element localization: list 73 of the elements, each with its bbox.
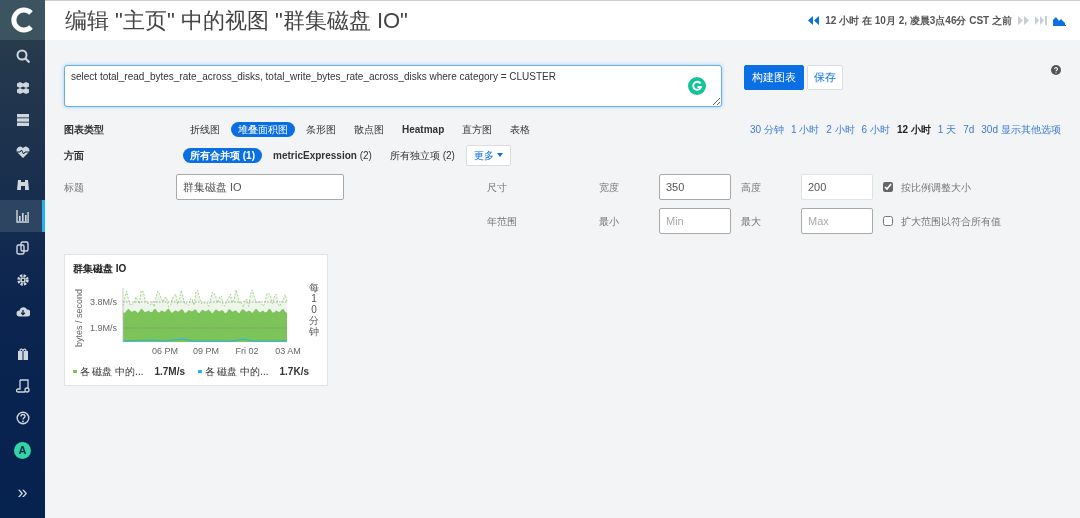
cloud-download-icon	[15, 305, 30, 319]
facets-label: 方面	[64, 148, 85, 163]
area-chart-button[interactable]	[1053, 15, 1066, 26]
time-range-option[interactable]: 1 天	[937, 121, 957, 137]
chart-type-option[interactable]: Heatmap	[395, 121, 452, 137]
scroll-icon	[15, 379, 30, 393]
search-icon	[15, 49, 30, 63]
height-label: 高度	[741, 180, 762, 195]
time-range-option[interactable]: 1 小时	[790, 121, 820, 137]
time-range-option[interactable]: 6 小时	[861, 121, 890, 137]
max-label: 最大	[741, 214, 762, 229]
gift-icon	[15, 347, 30, 361]
legend-value: 1.7M/s	[154, 365, 186, 379]
aggregation-label: 每 10 分钟	[309, 282, 319, 337]
rewind-button[interactable]	[807, 15, 821, 26]
more-dropdown-button[interactable]: 更多	[465, 144, 511, 166]
chart-type-option[interactable]: 直方图	[455, 121, 500, 137]
chart-type-option[interactable]: 表格	[503, 121, 538, 137]
legend-value: 1.7K/s	[279, 365, 309, 379]
chart-type-option[interactable]: 散点图	[347, 121, 391, 137]
facet-option[interactable]: 所有合并项 (1)	[183, 147, 262, 163]
min-field[interactable]: Min	[659, 208, 731, 234]
chart-type-option[interactable]: 堆叠面积图	[231, 121, 295, 137]
chart-type-option[interactable]: 折线图	[183, 121, 227, 137]
x-tick-label: 09 PM	[193, 346, 219, 356]
server-icon	[15, 113, 30, 127]
chart-title: 群集磁盘 IO	[73, 262, 128, 276]
time-range-option[interactable]: 2 小时	[826, 121, 855, 137]
time-range-text: 12 小时 在 10月 2, 凌晨3点46分 CST 之前	[825, 14, 1012, 28]
logo-icon[interactable]	[9, 7, 36, 33]
checkbox[interactable]	[883, 182, 893, 192]
help-icon	[15, 411, 30, 425]
checkbox[interactable]	[883, 216, 893, 226]
bar-chart-icon	[15, 209, 30, 223]
page-title: 编辑 "主页" 中的视图 "群集磁盘 IO"	[65, 7, 408, 35]
x-tick-label: 03 AM	[275, 346, 301, 356]
more-options-link[interactable]: 显示其他选项	[1001, 121, 1061, 137]
size-label: 尺寸	[487, 180, 508, 195]
copy-icon	[15, 241, 30, 255]
save-button[interactable]: 保存	[807, 65, 843, 90]
width-field[interactable]: 350	[659, 174, 731, 200]
y-range-label: 年范围	[487, 214, 518, 229]
title-label: 标题	[64, 180, 85, 195]
y-tick-label: 3.8M/s	[90, 297, 117, 307]
legend-label: 各 磁盘 中的...	[79, 365, 144, 379]
chart-type-option[interactable]: 条形图	[299, 121, 343, 137]
time-range-option[interactable]: 7d	[963, 121, 975, 137]
facet-option[interactable]: 所有独立项 (2)	[382, 147, 462, 163]
time-range-option[interactable]: 30 分钟	[750, 121, 784, 137]
checkbox-label: 扩大范围以符合所有值	[901, 214, 1001, 229]
heartbeat-icon	[15, 145, 30, 159]
time-range-option[interactable]: 30d	[981, 121, 998, 137]
height-field[interactable]: 200	[801, 174, 873, 200]
x-tick-label: 06 PM	[152, 346, 178, 356]
chart-type-label: 图表类型	[64, 122, 105, 137]
caret-icon	[496, 153, 503, 157]
query-field[interactable]: select total_read_bytes_rate_across_disks, total_write_bytes_rate_across_disks where category = CLUSTER	[64, 65, 722, 107]
time-range-option[interactable]: 12 小时	[896, 121, 931, 137]
facet-option[interactable]: metricExpression (2)	[266, 147, 379, 163]
max-field[interactable]: Max	[801, 208, 873, 234]
title-field[interactable]: 群集磁盘 IO	[176, 174, 344, 200]
help-icon[interactable]	[1051, 65, 1061, 75]
width-label: 宽度	[599, 180, 620, 195]
min-label: 最小	[599, 214, 620, 229]
y-tick-label: 1.9M/s	[90, 323, 117, 333]
legend-label: 各 磁盘 中的...	[204, 365, 269, 379]
expand-sidebar-button[interactable]: »	[0, 476, 45, 508]
avatar[interactable]: A	[14, 441, 31, 459]
bar-chart-nav-button[interactable]	[0, 200, 45, 232]
checkbox-label: 按比例调整大小	[901, 180, 971, 195]
y-axis-label: bytes / second	[74, 289, 84, 347]
build-chart-button[interactable]: 构建图表	[744, 65, 804, 90]
x-tick-label: Fri 02	[235, 346, 259, 356]
